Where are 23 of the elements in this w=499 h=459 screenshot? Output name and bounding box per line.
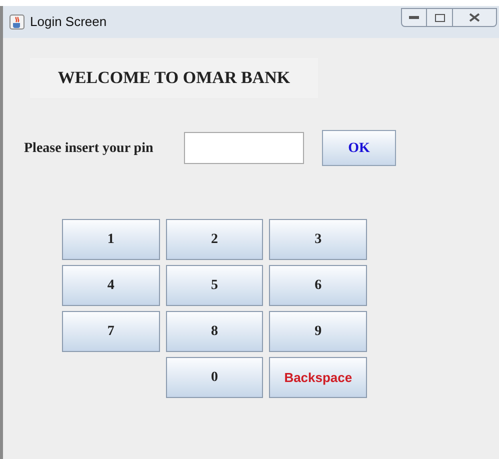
backspace-key[interactable]: Backspace: [269, 357, 367, 398]
keypad-key[interactable]: 7: [62, 311, 160, 352]
close-button[interactable]: [453, 8, 497, 27]
minimize-button[interactable]: [401, 8, 427, 27]
keypad-key[interactable]: 1: [62, 219, 160, 260]
pin-label: Please insert your pin: [24, 140, 154, 158]
keypad-key[interactable]: 3: [269, 219, 367, 260]
minimize-icon: [409, 16, 419, 20]
maximize-icon: [434, 14, 444, 22]
keypad-key[interactable]: 4: [62, 265, 160, 306]
ok-button[interactable]: OK: [322, 130, 396, 166]
keypad-key[interactable]: 0: [166, 357, 264, 398]
pin-field[interactable]: [184, 132, 304, 164]
java-cup-icon: [9, 14, 25, 30]
keypad-key[interactable]: 6: [269, 265, 367, 306]
window-title: Login Screen: [30, 13, 107, 32]
maximize-button[interactable]: [427, 8, 453, 27]
keypad-key[interactable]: 2: [166, 219, 264, 260]
keypad-key[interactable]: 5: [166, 265, 264, 306]
welcome-banner: WELCOME TO OMAR BANK: [30, 58, 318, 98]
keypad-key[interactable]: 8: [166, 311, 264, 352]
keypad-key[interactable]: 9: [269, 311, 367, 352]
close-icon: [469, 13, 480, 22]
